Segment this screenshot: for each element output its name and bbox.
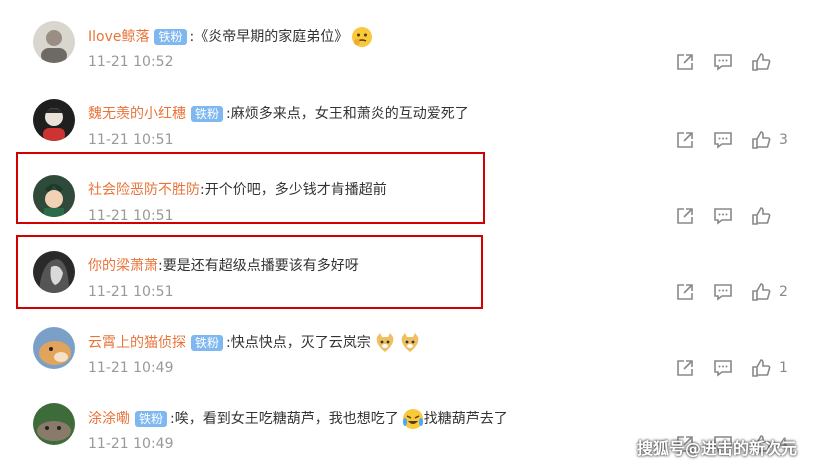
- username[interactable]: 涂涂嘞: [88, 409, 130, 429]
- comment-text: :麻烦多来点，女王和萧炎的互动爱死了: [226, 106, 469, 122]
- like-count: 2: [779, 284, 788, 300]
- comment-item: Ilove鲸落 铁粉 :《炎帝早期的家庭弟位》 11-21 10:52: [0, 18, 813, 94]
- share-icon: [677, 132, 693, 148]
- avatar[interactable]: [33, 21, 75, 63]
- fan-badge: 铁粉: [191, 106, 224, 122]
- comment-text: :《炎帝早期的家庭弟位》: [189, 29, 349, 45]
- timestamp: 11-21 10:51: [88, 132, 174, 148]
- share-button[interactable]: [675, 282, 695, 302]
- comment-item: 云霄上的猫侦探 铁粉 :快点快点，灭了云岚宗 11-21 10:49 1: [0, 324, 813, 400]
- reply-button[interactable]: [713, 206, 733, 226]
- like-count: 3: [779, 132, 788, 148]
- share-button[interactable]: [675, 130, 695, 150]
- crying-laugh-emoji-icon: [402, 408, 424, 430]
- comment-text-continued: 找糖葫芦去了: [423, 411, 508, 427]
- fan-badge: 铁粉: [154, 29, 187, 45]
- like-button[interactable]: [751, 206, 787, 226]
- partial-comment-cutoff: [88, 460, 368, 469]
- comment-icon: [714, 54, 732, 71]
- thumbs-up-icon: [752, 207, 771, 225]
- share-button[interactable]: [675, 52, 695, 72]
- share-icon: [677, 208, 693, 224]
- comment-icon: [714, 360, 732, 377]
- watermark: 搜狐号@进击的新次元: [636, 439, 797, 458]
- like-button[interactable]: 2: [751, 282, 788, 302]
- like-button[interactable]: 3: [751, 130, 788, 150]
- timestamp: 11-21 10:49: [88, 360, 174, 376]
- username[interactable]: 云霄上的猫侦探: [88, 333, 186, 353]
- like-button[interactable]: [751, 52, 787, 72]
- thumbs-up-icon: [752, 359, 771, 377]
- avatar[interactable]: [33, 99, 75, 141]
- share-icon: [677, 360, 693, 376]
- thumbs-up-icon: [752, 283, 771, 301]
- share-button[interactable]: [675, 358, 695, 378]
- thumbs-up-icon: [752, 53, 771, 71]
- share-button[interactable]: [675, 206, 695, 226]
- like-button[interactable]: 1: [751, 358, 788, 378]
- timestamp: 11-21 10:49: [88, 436, 174, 452]
- thinking-emoji-icon: [351, 26, 373, 48]
- thumbs-up-icon: [752, 131, 771, 149]
- doge-emoji-icon: [399, 332, 421, 354]
- fan-badge: 铁粉: [191, 335, 224, 351]
- reply-button[interactable]: [713, 358, 733, 378]
- highlight-box: [16, 235, 483, 309]
- avatar[interactable]: [33, 327, 75, 369]
- highlight-box: [16, 152, 485, 224]
- username[interactable]: Ilove鲸落: [88, 27, 149, 47]
- username[interactable]: 魏无羡的小红穗: [88, 104, 186, 124]
- avatar[interactable]: [33, 403, 75, 445]
- comment-icon: [714, 284, 732, 301]
- reply-button[interactable]: [713, 282, 733, 302]
- share-icon: [677, 284, 693, 300]
- share-icon: [677, 54, 693, 70]
- like-count: 1: [779, 360, 788, 376]
- comment-icon: [714, 132, 732, 149]
- reply-button[interactable]: [713, 130, 733, 150]
- reply-button[interactable]: [713, 52, 733, 72]
- comment-icon: [714, 208, 732, 225]
- comment-text: :快点快点，灭了云岚宗: [226, 335, 371, 351]
- fan-badge: 铁粉: [135, 411, 168, 427]
- doge-emoji-icon: [374, 332, 396, 354]
- comment-text: :唉，看到女王吃糖葫芦，我也想吃了: [170, 411, 399, 427]
- timestamp: 11-21 10:52: [88, 54, 174, 70]
